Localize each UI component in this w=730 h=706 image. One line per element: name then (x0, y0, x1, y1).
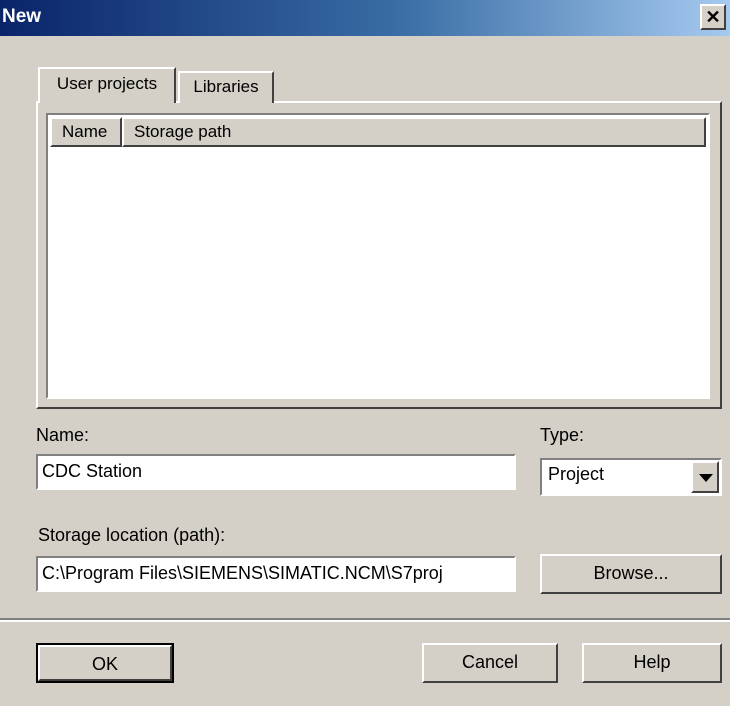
close-button[interactable]: ✕ (700, 4, 726, 30)
close-icon: ✕ (705, 7, 721, 27)
tab-libraries-label: Libraries (193, 77, 259, 96)
separator (0, 618, 730, 622)
column-header-storage-path[interactable]: Storage path (122, 117, 706, 147)
type-dropdown-button[interactable] (691, 461, 719, 493)
type-select-value: Project (548, 464, 605, 484)
projects-list[interactable]: Name Storage path (46, 113, 710, 399)
tab-libraries[interactable]: Libraries (178, 71, 274, 103)
name-label: Name: (36, 425, 90, 445)
new-project-dialog: New ✕ User projects Libraries Name Stora… (0, 0, 730, 706)
dialog-title: New (2, 6, 42, 27)
name-input[interactable]: CDC Station (36, 454, 516, 490)
browse-button[interactable]: Browse... (540, 554, 722, 594)
storage-location-label: Storage location (path): (38, 525, 226, 545)
storage-path-input[interactable]: C:\Program Files\SIEMENS\SIMATIC.NCM\S7p… (36, 556, 516, 592)
title-bar[interactable]: New ✕ (0, 0, 730, 36)
ok-button-face: OK (38, 645, 172, 681)
ok-button-label: OK (91, 654, 118, 674)
tab-user-projects[interactable]: User projects (38, 67, 176, 103)
column-header-name[interactable]: Name (50, 117, 122, 147)
tab-user-projects-label: User projects (56, 74, 158, 93)
type-label: Type: (540, 425, 585, 445)
list-header: Name Storage path (50, 117, 706, 147)
help-button[interactable]: Help (582, 643, 722, 683)
ok-button[interactable]: OK (36, 643, 174, 683)
cancel-button[interactable]: Cancel (422, 643, 558, 683)
chevron-down-icon (699, 474, 713, 482)
type-select[interactable]: Project (540, 458, 722, 496)
